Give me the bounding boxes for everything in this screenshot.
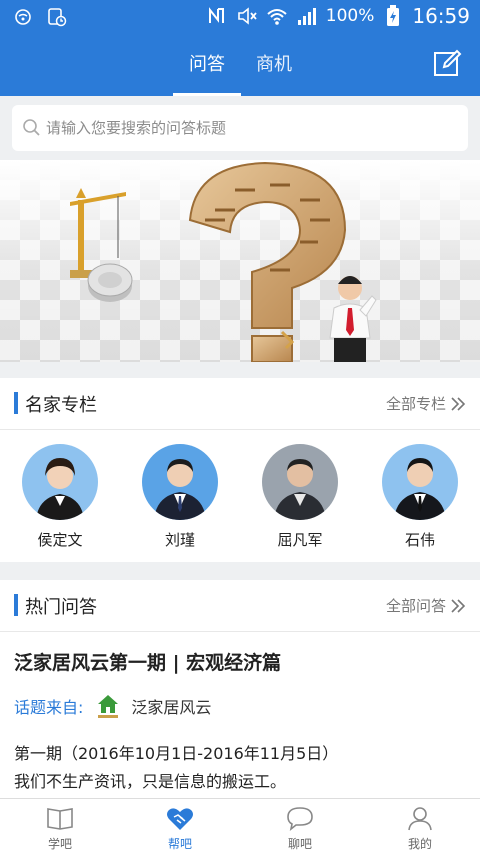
- bottom-navigation: 学吧 帮吧 聊吧 我的: [0, 798, 480, 853]
- battery-percent: 100%: [325, 6, 375, 26]
- topic-name[interactable]: 泛家居风云: [131, 694, 211, 718]
- section-accent-bar: [14, 594, 18, 616]
- nav-label: 聊吧: [287, 837, 312, 851]
- status-bar: 100% 16:59: [0, 0, 480, 34]
- double-chevron-right-icon: [451, 598, 466, 613]
- compose-button[interactable]: [432, 48, 462, 78]
- expert-name: 侯定文: [37, 531, 83, 549]
- experts-section-title: 名家专栏: [25, 395, 97, 416]
- double-chevron-right-icon: [451, 396, 466, 411]
- banner-illustration: [0, 160, 480, 362]
- question-title[interactable]: 泛家居风云第一期 | 宏观经济篇: [14, 648, 281, 675]
- signal-icon: [296, 5, 318, 27]
- wifi-icon: [266, 5, 288, 27]
- tab-qa[interactable]: 问答: [173, 50, 241, 96]
- expert-item[interactable]: 石伟: [360, 444, 480, 550]
- clock: 16:59: [412, 4, 470, 28]
- avatar: [262, 444, 338, 520]
- experts-section: 名家专栏 全部专栏 侯定文 刘瑾 屈凡军 石伟: [0, 378, 480, 562]
- nav-item-chat[interactable]: 聊吧: [240, 799, 360, 853]
- nav-label: 我的: [407, 837, 432, 851]
- topic-logo[interactable]: [95, 692, 121, 720]
- book-icon: [47, 808, 73, 830]
- tab-business[interactable]: 商机: [256, 50, 292, 96]
- nav-label: 学吧: [47, 837, 72, 851]
- search-area: [0, 96, 480, 160]
- expert-name: 刘瑾: [164, 531, 195, 549]
- all-columns-link[interactable]: 全部专栏: [386, 393, 466, 414]
- avatar: [22, 444, 98, 520]
- experts-list: 侯定文 刘瑾 屈凡军 石伟: [0, 444, 480, 550]
- expert-name: 石伟: [404, 531, 435, 549]
- nav-item-learn[interactable]: 学吧: [0, 799, 120, 853]
- topic-label: 话题来自:: [14, 698, 84, 717]
- expert-name: 屈凡军: [277, 531, 323, 549]
- all-columns-label: 全部专栏: [385, 395, 446, 413]
- hot-qa-section-header: 热门问答 全部问答: [0, 580, 480, 632]
- nfc-icon: [206, 5, 228, 27]
- expert-item[interactable]: 侯定文: [0, 444, 120, 550]
- avatar: [382, 444, 458, 520]
- topic-source: 话题来自: 泛家居风云: [14, 692, 211, 720]
- search-box[interactable]: [12, 105, 468, 151]
- screenshot-icon: [46, 6, 68, 28]
- person-icon: [408, 807, 432, 831]
- seal-graphic: [87, 263, 133, 302]
- hot-qa-section-title: 热门问答: [25, 597, 97, 618]
- battery-charging-icon: [382, 5, 404, 27]
- question-excerpt-line: 我们不生产资讯，只是信息的搬运工。: [14, 772, 287, 791]
- all-questions-label: 全部问答: [385, 597, 446, 615]
- notification-icon: [12, 6, 34, 28]
- experts-section-header: 名家专栏 全部专栏: [0, 378, 480, 430]
- chat-bubble-icon: [287, 807, 313, 831]
- question-excerpt-line: 第一期（2016年10月1日-2016年11月5日）: [14, 744, 339, 763]
- expert-item[interactable]: 刘瑾: [120, 444, 240, 550]
- hot-qa-section: 热门问答 全部问答 泛家居风云第一期 | 宏观经济篇 话题来自: 泛家居风云 第…: [0, 580, 480, 798]
- mute-icon: [236, 5, 258, 27]
- expert-item[interactable]: 屈凡军: [240, 444, 360, 550]
- edit-icon: [434, 49, 462, 76]
- all-questions-link[interactable]: 全部问答: [386, 595, 466, 616]
- nav-label: 帮吧: [167, 837, 192, 851]
- handshake-icon: [167, 808, 193, 830]
- search-input[interactable]: [46, 105, 456, 151]
- section-accent-bar: [14, 392, 18, 414]
- nav-item-me[interactable]: 我的: [360, 799, 480, 853]
- avatar: [142, 444, 218, 520]
- top-header: 问答 商机: [0, 34, 480, 96]
- banner-image[interactable]: [0, 160, 480, 362]
- nav-item-help[interactable]: 帮吧: [120, 799, 240, 853]
- search-icon: [22, 118, 42, 142]
